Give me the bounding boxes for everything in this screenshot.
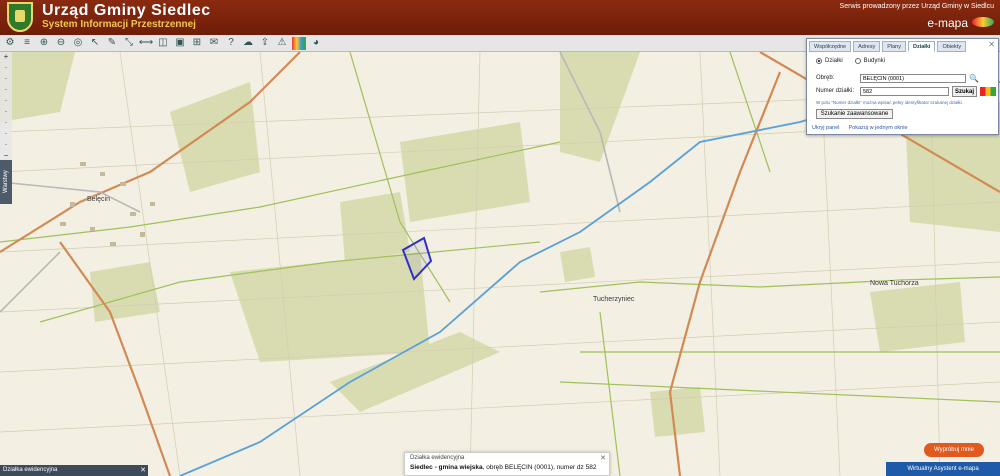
palette-icon[interactable]	[292, 36, 306, 50]
print-icon[interactable]: ▣	[173, 37, 187, 50]
radio-budynki[interactable]	[854, 58, 861, 64]
measure-area-icon[interactable]: ⟷	[139, 37, 153, 50]
pencil-icon[interactable]: ✎	[105, 37, 119, 50]
pointer-icon[interactable]: ↖	[88, 37, 102, 50]
search-panel: Współrzędne Adresy Plany Działki Obiekty…	[806, 38, 999, 135]
zoom-plus-icon[interactable]: +	[4, 53, 9, 61]
place-label-belecin: Belęcin	[87, 196, 110, 203]
numer-label: Numer działki:	[816, 88, 855, 94]
close-icon[interactable]: ✕	[600, 454, 606, 462]
search-type-radios: Działki Budynki	[816, 58, 885, 64]
tab-dzialki[interactable]: Działki	[908, 41, 936, 52]
popup-text: Siedlec - gmina wiejska, obręb BELĘCIN (…	[410, 464, 596, 471]
tab-plany[interactable]: Plany	[882, 41, 906, 52]
coat-of-arms-logo	[7, 2, 33, 32]
map-icon[interactable]: ⚙	[3, 37, 17, 50]
panel-links: Ukryj panel Pokazuj w jednym oknie	[812, 125, 908, 131]
cloud-icon[interactable]: ☁	[241, 37, 255, 50]
brand-name: e-mapa	[927, 16, 968, 30]
zoom-minus-icon[interactable]: −	[4, 152, 9, 160]
search-button[interactable]: Szukaj	[952, 86, 977, 97]
zoom-out-icon[interactable]: ⊖	[54, 37, 68, 50]
parcel-number-input[interactable]: 582	[860, 87, 949, 96]
tab-adresy[interactable]: Adresy	[853, 41, 881, 52]
place-label-tucherzyniec: Tucherzyniec	[593, 296, 635, 303]
app-title: Urząd Gminy Siedlec	[42, 2, 211, 19]
comment-icon[interactable]: ✉	[207, 37, 221, 50]
ewidencja-tab[interactable]: Działka ewidencyjna ✕	[0, 465, 148, 476]
zoom-slider[interactable]: + · · · · · · · · −	[0, 52, 12, 162]
paint-icon[interactable]: ◕	[309, 37, 323, 50]
layers-icon[interactable]: ≡	[20, 37, 34, 50]
search-hint: W polu "Numer działki" można wpisać pełn…	[816, 100, 964, 105]
search-icon[interactable]: 🔍	[969, 74, 979, 83]
virtual-assistant-button[interactable]: Wirtualny Asystent e-mapa	[886, 462, 1000, 476]
app-subtitle: System Informacji Przestrzennej	[42, 19, 196, 30]
obreb-select[interactable]: BELĘCIN (0001)	[860, 74, 966, 83]
single-window-link[interactable]: Pokazuj w jednym oknie	[849, 125, 908, 131]
obreb-label: Obręb:	[816, 75, 835, 81]
upload-icon[interactable]: ⇪	[258, 37, 272, 50]
zoom-in-icon[interactable]: ⊕	[37, 37, 51, 50]
popup-title: Działka ewidencyjna	[410, 455, 465, 461]
tab-obiekty[interactable]: Obiekty	[937, 41, 967, 52]
service-note: Serwis prowadzony przez Urząd Gminy w Si…	[839, 3, 994, 10]
radio-dzialki[interactable]	[816, 58, 822, 64]
advanced-search-button[interactable]: Szukanie zaawansowane	[816, 109, 893, 119]
zoom-extent-icon[interactable]: ◎	[71, 37, 85, 50]
measure-distance-icon[interactable]: ⤡	[122, 37, 136, 50]
tab-wspolrzedne[interactable]: Współrzędne	[809, 41, 852, 52]
place-label-nowa-tuchorza: Nowa Tuchorza	[870, 280, 919, 287]
app-header: Urząd Gminy Siedlec System Informacji Pr…	[0, 0, 1000, 35]
close-icon[interactable]: ✕	[140, 465, 146, 476]
hide-panel-link[interactable]: Ukryj panel	[812, 125, 840, 131]
close-icon[interactable]: ✕	[988, 40, 995, 49]
coordinates-icon[interactable]: ⊞	[190, 37, 204, 50]
compare-icon[interactable]: ◫	[156, 37, 170, 50]
radio-budynki-label: Budynki	[863, 58, 886, 64]
popup-text-bold: Siedlec - gmina wiejska	[410, 464, 483, 471]
radio-dzialki-label: Działki	[825, 58, 843, 64]
popup-text-rest: , obręb BELĘCIN (0001), numer dz 582	[482, 464, 597, 471]
e-mapa-logo	[972, 17, 994, 27]
ewidencja-label: Działka ewidencyjna	[3, 467, 58, 473]
layers-side-tab[interactable]: Warstwy	[0, 160, 12, 204]
parcel-info-popup: Działka ewidencyjna Siedlec - gmina wiej…	[404, 452, 610, 476]
warning-icon[interactable]: ⚠	[275, 37, 289, 50]
help-icon[interactable]: ?	[224, 37, 238, 50]
color-picker-icon[interactable]	[980, 87, 996, 96]
search-tabs: Współrzędne Adresy Plany Działki Obiekty	[809, 41, 967, 52]
try-me-button[interactable]: Wypróbuj mnie	[924, 443, 984, 457]
